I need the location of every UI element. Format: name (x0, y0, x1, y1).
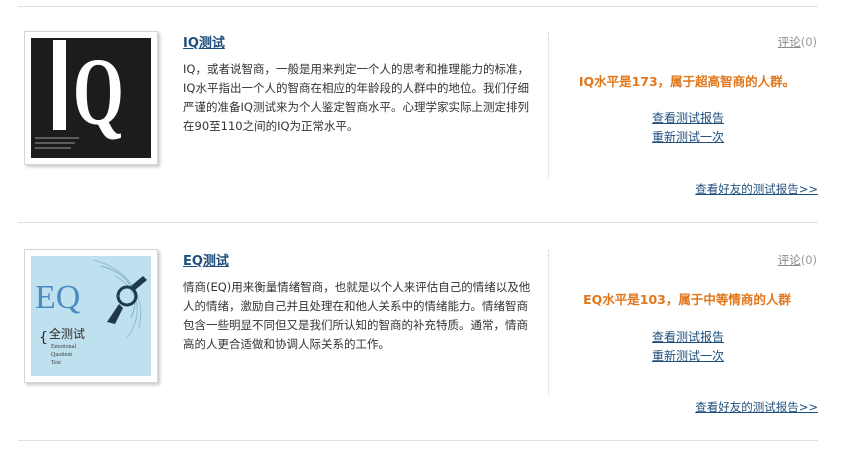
retest-link[interactable]: 重新测试一次 (652, 128, 724, 145)
test-description: 情商(EQ)用来衡量情绪智商，也就是以个人来评估自己的情绪以及他人的情绪，激励自… (183, 280, 531, 351)
retest-link[interactable]: 重新测试一次 (652, 347, 724, 364)
column-divider (548, 250, 549, 396)
test-card-iq: Q IQ测试 IQ，或者说智商，一般是用来判定一个人的思考和推理能力的标准，IQ… (0, 0, 854, 200)
test-title[interactable]: EQ测试 (183, 250, 229, 269)
comments: 评论(0) (778, 252, 817, 268)
test-result: IQ水平是173，属于超高智商的人群。 (578, 74, 796, 89)
svg-text:Q: Q (73, 39, 124, 145)
iq-cover-art: Q (31, 38, 151, 158)
comments-link[interactable]: 评论 (778, 253, 801, 267)
svg-text:{: { (39, 330, 48, 346)
view-report-link[interactable]: 查看测试报告 (652, 328, 724, 345)
svg-text:全测试: 全测试 (49, 326, 85, 341)
column-divider (548, 32, 549, 178)
comments-count: (0) (800, 35, 817, 49)
comments-count: (0) (800, 253, 817, 267)
eq-cover-image: EQ { 全测试 Emotional Quotient Test (31, 256, 151, 376)
iq-cover-image: Q (31, 38, 151, 158)
test-result: EQ水平是103，属于中等情商的人群 (583, 292, 791, 307)
svg-text:Test: Test (51, 360, 61, 366)
svg-text:Quotient: Quotient (51, 352, 72, 358)
test-title[interactable]: IQ测试 (183, 32, 225, 51)
friends-reports-link[interactable]: 查看好友的测试报告>> (695, 181, 818, 197)
test-description: IQ，或者说智商，一般是用来判定一个人的思考和推理能力的标准，IQ水平指出一个人… (183, 62, 529, 133)
test-card-eq: EQ { 全测试 Emotional Quotient Test EQ测试 情商… (0, 218, 854, 418)
comments-link[interactable]: 评论 (778, 35, 801, 49)
comments: 评论(0) (778, 34, 817, 50)
iq-test-cover[interactable]: Q (24, 31, 158, 165)
eq-cover-art: EQ { 全测试 Emotional Quotient Test (31, 256, 151, 376)
svg-text:EQ: EQ (35, 279, 80, 316)
friends-reports-link[interactable]: 查看好友的测试报告>> (695, 399, 818, 415)
svg-text:Emotional: Emotional (51, 344, 76, 350)
bottom-divider (18, 440, 818, 441)
eq-test-cover[interactable]: EQ { 全测试 Emotional Quotient Test (24, 249, 158, 383)
view-report-link[interactable]: 查看测试报告 (652, 109, 724, 126)
